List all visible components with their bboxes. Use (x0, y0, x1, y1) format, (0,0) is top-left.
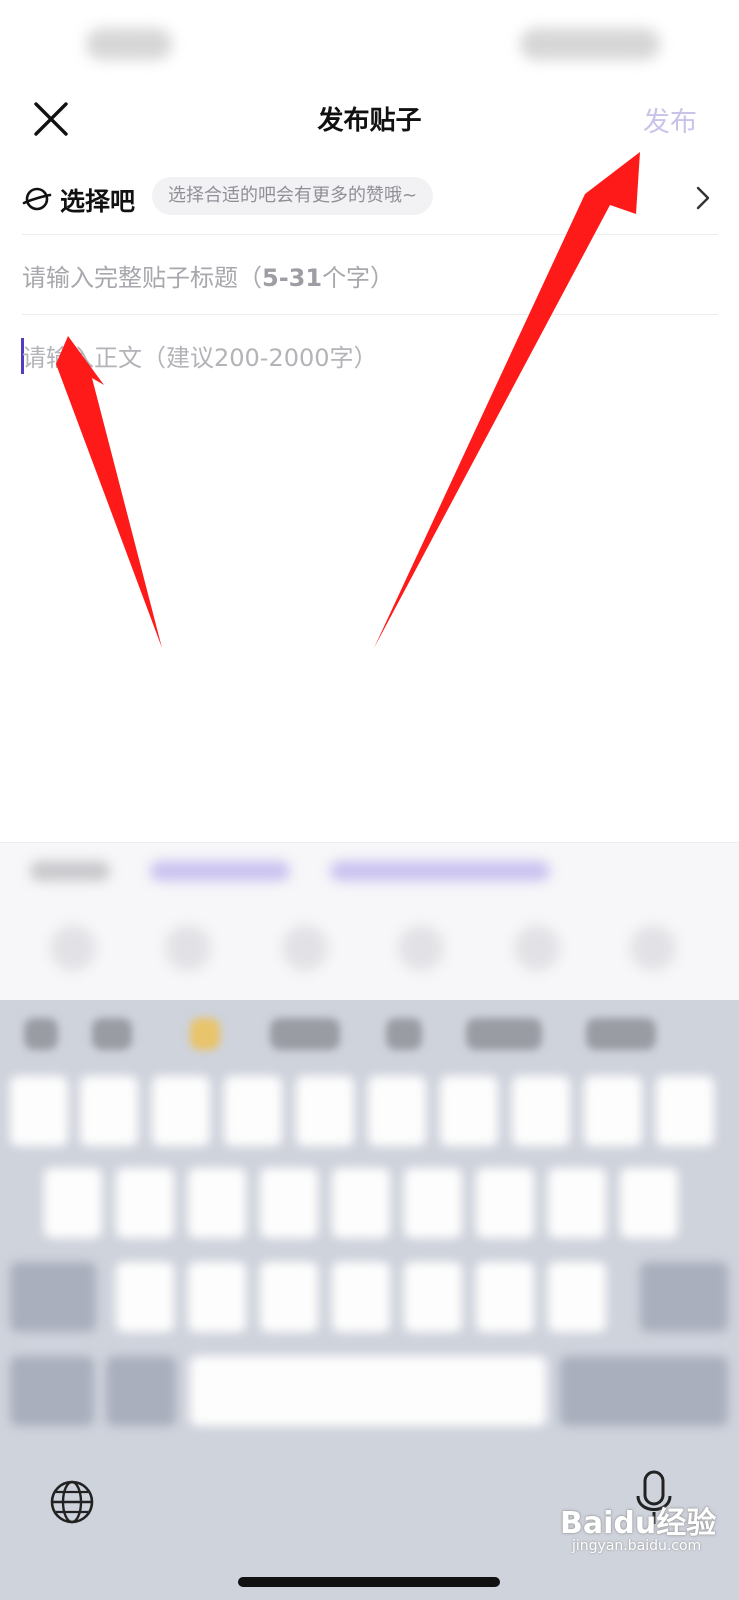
key[interactable] (260, 1168, 318, 1238)
key[interactable] (152, 1076, 210, 1146)
key[interactable] (440, 1076, 498, 1146)
status-bar-indicators (520, 28, 660, 60)
toolbar-blur-icon (630, 925, 676, 971)
select-forum-row[interactable]: 选择吧 选择合适的吧会有更多的赞哦~ (22, 172, 718, 224)
home-indicator[interactable] (238, 1577, 500, 1587)
key[interactable] (332, 1168, 390, 1238)
chevron-right-icon (696, 186, 710, 210)
title-placeholder-suffix: 个字） (322, 264, 395, 292)
key[interactable] (548, 1168, 606, 1238)
divider (22, 314, 718, 315)
toolbar-blur-icon (50, 925, 96, 971)
candidate-blur (92, 1018, 132, 1050)
key[interactable] (656, 1076, 714, 1146)
key[interactable] (116, 1262, 174, 1332)
key[interactable] (188, 1168, 246, 1238)
title-placeholder-prefix: 请输入完整贴子标题（ (22, 264, 262, 292)
candidate-blur (586, 1018, 656, 1050)
arrow-to-publish-button (374, 152, 640, 648)
candidate-blur (466, 1018, 542, 1050)
key[interactable] (512, 1076, 570, 1146)
key[interactable] (296, 1076, 354, 1146)
baidu-watermark: Baidu经验 (560, 1506, 717, 1541)
page-title: 发布贴子 (317, 106, 422, 136)
key[interactable] (584, 1076, 642, 1146)
key[interactable] (404, 1262, 462, 1332)
toolbar-blur-icon (282, 925, 328, 971)
key[interactable] (404, 1168, 462, 1238)
key[interactable] (368, 1076, 426, 1146)
candidate-blur (386, 1018, 422, 1050)
space-key[interactable] (190, 1356, 546, 1426)
post-body-input[interactable]: 请输入正文（建议200-2000字） (22, 338, 378, 373)
arrow-to-body-input (56, 336, 162, 648)
key[interactable] (224, 1076, 282, 1146)
forum-tip-badge: 选择合适的吧会有更多的赞哦~ (152, 177, 434, 215)
candidate-blur (270, 1018, 340, 1050)
post-title-input[interactable]: 请输入完整贴子标题（5-31个字） (22, 258, 394, 293)
toolbar-blur-icon (398, 925, 444, 971)
title-placeholder-range: 5-31 (262, 264, 323, 292)
candidate-blur (24, 1018, 58, 1050)
key[interactable] (44, 1168, 102, 1238)
emoji-key[interactable] (106, 1356, 176, 1426)
publish-button[interactable]: 发布 (643, 100, 697, 139)
planet-icon (22, 187, 52, 211)
candidate-blur (190, 1018, 220, 1050)
key[interactable] (548, 1262, 606, 1332)
toolbar-blur-item (330, 861, 550, 881)
key[interactable] (332, 1262, 390, 1332)
select-forum-label: 选择吧 (60, 187, 136, 216)
status-bar-time (86, 28, 172, 60)
toolbar-blur-item (30, 861, 110, 881)
toolbar-blur-icon (165, 925, 211, 971)
key[interactable] (116, 1168, 174, 1238)
key[interactable] (260, 1262, 318, 1332)
divider (22, 234, 718, 235)
toolbar-blur-icon (514, 925, 560, 971)
baidu-watermark-url: jingyan.baidu.com (572, 1538, 702, 1554)
key[interactable] (620, 1168, 678, 1238)
return-key[interactable] (560, 1356, 728, 1426)
key[interactable] (188, 1262, 246, 1332)
shift-key[interactable] (10, 1262, 96, 1332)
key[interactable] (476, 1168, 534, 1238)
keyboard-toolbar (0, 842, 739, 1003)
numbers-key[interactable] (10, 1356, 94, 1426)
key[interactable] (476, 1262, 534, 1332)
globe-icon[interactable] (48, 1478, 96, 1526)
backspace-key[interactable] (640, 1262, 728, 1332)
key[interactable] (10, 1076, 68, 1146)
toolbar-blur-item (150, 861, 290, 881)
key[interactable] (80, 1076, 138, 1146)
